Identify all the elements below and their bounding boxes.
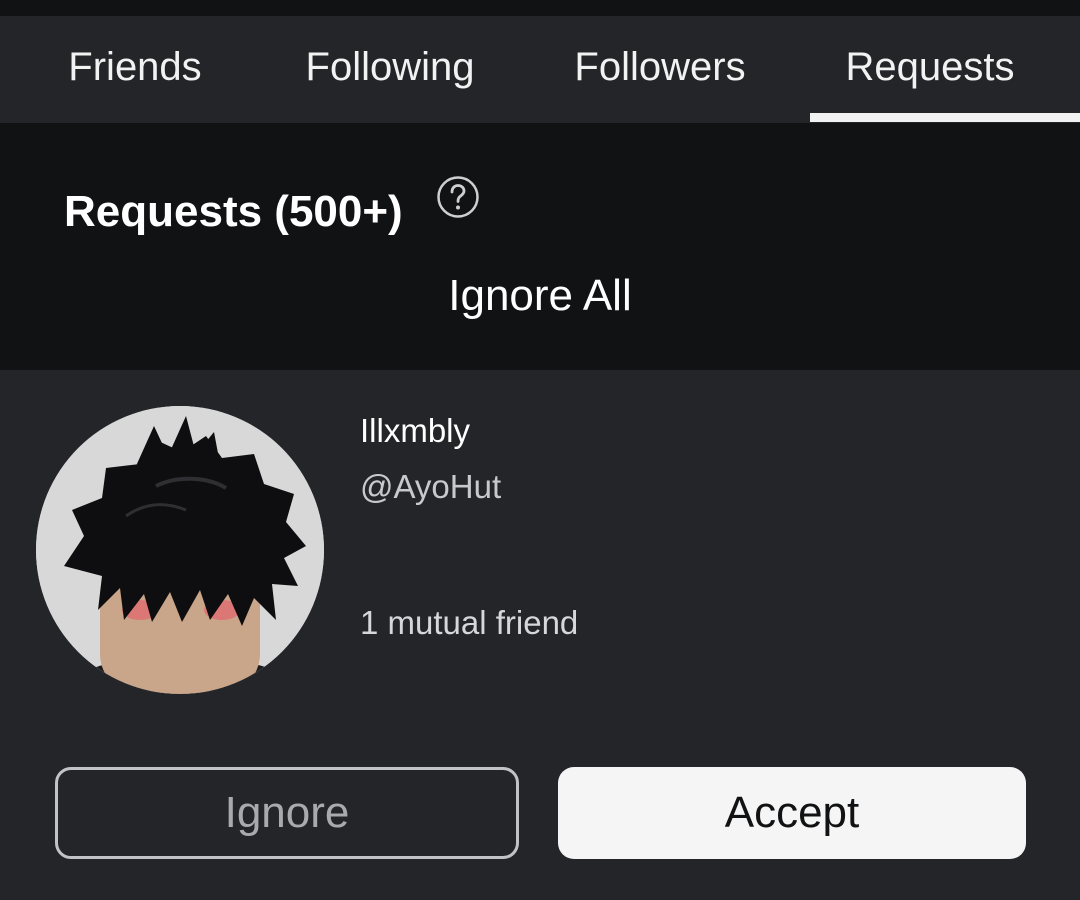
tab-followers-label: Followers	[574, 45, 746, 89]
accept-button[interactable]: Accept	[558, 767, 1026, 859]
tab-following-label: Following	[305, 45, 475, 89]
display-name[interactable]: Illxmbly	[360, 412, 470, 450]
tab-requests-label: Requests	[845, 45, 1015, 89]
tab-requests[interactable]: Requests	[795, 16, 1065, 123]
accept-button-label: Accept	[724, 788, 860, 837]
user-avatar-icon	[36, 406, 324, 694]
avatar[interactable]	[36, 406, 324, 694]
friend-request-card: Illxmbly @AyoHut 1 mutual friend Ignore …	[0, 370, 1080, 900]
friends-tab-bar: Friends Following Followers Requests	[0, 16, 1080, 123]
top-status-strip	[0, 0, 1080, 16]
mutual-friends-count: 1 mutual friend	[360, 604, 579, 641]
username: @AyoHut	[360, 468, 502, 505]
tab-following[interactable]: Following	[255, 16, 525, 123]
requests-count-title: Requests (500+)	[64, 187, 403, 236]
active-tab-indicator	[810, 113, 1080, 122]
tab-friends-label: Friends	[68, 45, 202, 89]
ignore-all-button[interactable]: Ignore All	[0, 271, 1080, 321]
requests-header: Requests (500+) Ignore All	[0, 123, 1080, 370]
tab-followers[interactable]: Followers	[525, 16, 795, 123]
tab-friends[interactable]: Friends	[0, 16, 270, 123]
ignore-button-label: Ignore	[224, 788, 350, 837]
ignore-button[interactable]: Ignore	[55, 767, 519, 859]
question-circle-icon[interactable]	[436, 175, 480, 219]
